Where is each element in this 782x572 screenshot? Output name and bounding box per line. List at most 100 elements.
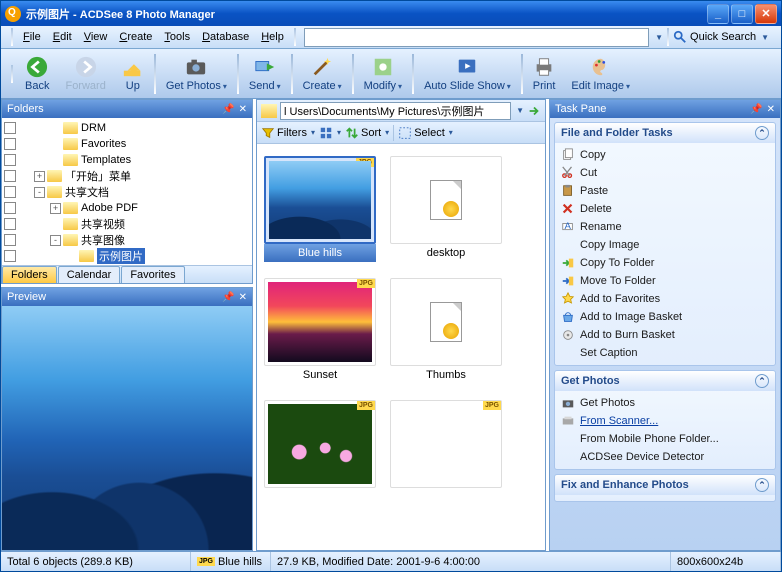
tree-item[interactable]: -共享文档 xyxy=(4,184,250,200)
checkbox[interactable] xyxy=(4,250,16,262)
checkbox[interactable] xyxy=(4,218,16,230)
task-item[interactable]: Copy xyxy=(561,146,769,164)
close-icon[interactable]: ✕ xyxy=(239,292,247,303)
address-input[interactable] xyxy=(304,28,649,47)
task-item[interactable]: Paste xyxy=(561,182,769,200)
toolbar-get-photos[interactable]: Get Photos▾ xyxy=(158,52,235,96)
tree-item[interactable]: +Adobe PDF xyxy=(4,200,250,216)
task-item[interactable]: Copy To Folder xyxy=(561,254,769,272)
expand-icon[interactable] xyxy=(66,251,77,262)
tree-item[interactable]: 共享视频 xyxy=(4,216,250,232)
task-item[interactable]: From Scanner... xyxy=(561,412,769,430)
quick-search[interactable]: Quick Search ▼ xyxy=(673,30,769,44)
checkbox[interactable] xyxy=(4,234,16,246)
expand-icon[interactable] xyxy=(50,123,61,134)
window-minimize-button[interactable]: _ xyxy=(707,4,729,24)
task-group-header[interactable]: File and Folder Tasks⌃ xyxy=(555,123,775,143)
menu-create[interactable]: Create xyxy=(113,28,158,46)
task-group-header[interactable]: Fix and Enhance Photos⌃ xyxy=(555,475,775,495)
path-input[interactable]: l Users\Documents\My Pictures\示例图片 xyxy=(280,102,511,120)
close-icon[interactable]: ✕ xyxy=(767,104,775,115)
chevron-icon[interactable]: ⌃ xyxy=(755,126,769,140)
menu-database[interactable]: Database xyxy=(196,28,255,46)
thumbnail[interactable]: JPG xyxy=(259,394,381,512)
folder-tree[interactable]: DRMFavoritesTemplates+「开始」菜单-共享文档+Adobe … xyxy=(2,118,252,265)
window-maximize-button[interactable]: □ xyxy=(731,4,753,24)
scanner-icon xyxy=(561,414,575,428)
toolbar-create[interactable]: Create▾ xyxy=(295,52,350,96)
close-icon[interactable]: ✕ xyxy=(239,104,247,115)
task-item[interactable]: Get Photos xyxy=(561,394,769,412)
preview-image[interactable] xyxy=(2,306,252,550)
pin-icon[interactable]: 📌 xyxy=(222,292,234,303)
task-item[interactable]: ARename xyxy=(561,218,769,236)
tree-item[interactable]: +「开始」菜单 xyxy=(4,168,250,184)
tree-item[interactable]: 示例图片 xyxy=(4,248,250,264)
window-close-button[interactable]: ✕ xyxy=(755,4,777,24)
task-item[interactable]: Set Caption xyxy=(561,344,769,362)
task-item[interactable]: Copy Image xyxy=(561,236,769,254)
taskpane-header[interactable]: Task Pane 📌 ✕ xyxy=(550,100,780,118)
task-item[interactable]: Add to Favorites xyxy=(561,290,769,308)
thumbnail[interactable]: JPGBlue hills xyxy=(259,150,381,268)
checkbox[interactable] xyxy=(4,170,16,182)
folders-header[interactable]: Folders 📌 ✕ xyxy=(2,100,252,118)
tab-favorites[interactable]: Favorites xyxy=(121,266,184,283)
task-item[interactable]: Delete xyxy=(561,200,769,218)
checkbox[interactable] xyxy=(4,154,16,166)
chevron-icon[interactable]: ⌃ xyxy=(755,478,769,492)
tree-item[interactable]: -共享图像 xyxy=(4,232,250,248)
tree-item[interactable]: Templates xyxy=(4,152,250,168)
toolbar-print[interactable]: Print xyxy=(525,52,564,96)
toolbar-edit-image[interactable]: Edit Image▾ xyxy=(563,52,638,96)
pin-icon[interactable]: 📌 xyxy=(750,104,762,115)
menu-tools[interactable]: Tools xyxy=(158,28,196,46)
checkbox[interactable] xyxy=(4,186,16,198)
toolbar-back[interactable]: Back xyxy=(17,52,57,96)
task-item[interactable]: Cut xyxy=(561,164,769,182)
toolbar-modify[interactable]: Modify▾ xyxy=(356,52,410,96)
select-button[interactable]: Select▾ xyxy=(398,126,453,140)
chevron-icon[interactable]: ⌃ xyxy=(755,374,769,388)
thumbnail[interactable]: desktop xyxy=(385,150,507,268)
checkbox[interactable] xyxy=(4,122,16,134)
thumbnail[interactable]: JPG xyxy=(385,394,507,512)
go-icon[interactable] xyxy=(527,104,541,118)
thumbnail[interactable]: Thumbs xyxy=(385,272,507,390)
expand-icon[interactable]: + xyxy=(50,203,61,214)
task-item[interactable]: From Mobile Phone Folder... xyxy=(561,430,769,448)
tree-item[interactable]: Favorites xyxy=(4,136,250,152)
tree-item[interactable]: DRM xyxy=(4,120,250,136)
task-group-header[interactable]: Get Photos⌃ xyxy=(555,371,775,391)
task-item[interactable]: Add to Burn Basket xyxy=(561,326,769,344)
path-dropdown[interactable]: ▼ xyxy=(516,106,524,115)
tab-calendar[interactable]: Calendar xyxy=(58,266,121,283)
checkbox[interactable] xyxy=(4,138,16,150)
sort-button[interactable]: Sort▾ xyxy=(345,126,389,140)
pin-icon[interactable]: 📌 xyxy=(222,104,234,115)
expand-icon[interactable] xyxy=(50,219,61,230)
menu-file[interactable]: File xyxy=(17,28,47,46)
preview-header[interactable]: Preview 📌 ✕ xyxy=(2,288,252,306)
expand-icon[interactable]: - xyxy=(50,235,61,246)
expand-icon[interactable]: - xyxy=(34,187,45,198)
thumbnail-area[interactable]: JPGBlue hillsdesktopJPGSunsetThumbsJPGJP… xyxy=(257,144,545,550)
expand-icon[interactable] xyxy=(50,155,61,166)
menu-edit[interactable]: Edit xyxy=(47,28,78,46)
toolbar-auto-slideshow[interactable]: Auto Slide Show▾ xyxy=(416,52,519,96)
task-item[interactable]: Add to Image Basket xyxy=(561,308,769,326)
checkbox[interactable] xyxy=(4,202,16,214)
task-item[interactable]: ACDSee Device Detector xyxy=(561,448,769,466)
expand-icon[interactable] xyxy=(50,139,61,150)
toolbar-up[interactable]: Up xyxy=(114,52,152,96)
task-item[interactable]: Move To Folder xyxy=(561,272,769,290)
tab-folders[interactable]: Folders xyxy=(2,266,57,283)
address-dropdown[interactable]: ▼ xyxy=(655,33,663,42)
filters-button[interactable]: Filters▾ xyxy=(261,126,315,140)
menu-view[interactable]: View xyxy=(78,28,114,46)
menu-help[interactable]: Help xyxy=(255,28,290,46)
expand-icon[interactable]: + xyxy=(34,171,45,182)
thumbnail[interactable]: JPGSunset xyxy=(259,272,381,390)
view-mode-button[interactable]: ▾ xyxy=(319,126,341,140)
toolbar-send[interactable]: Send▾ xyxy=(241,52,289,96)
